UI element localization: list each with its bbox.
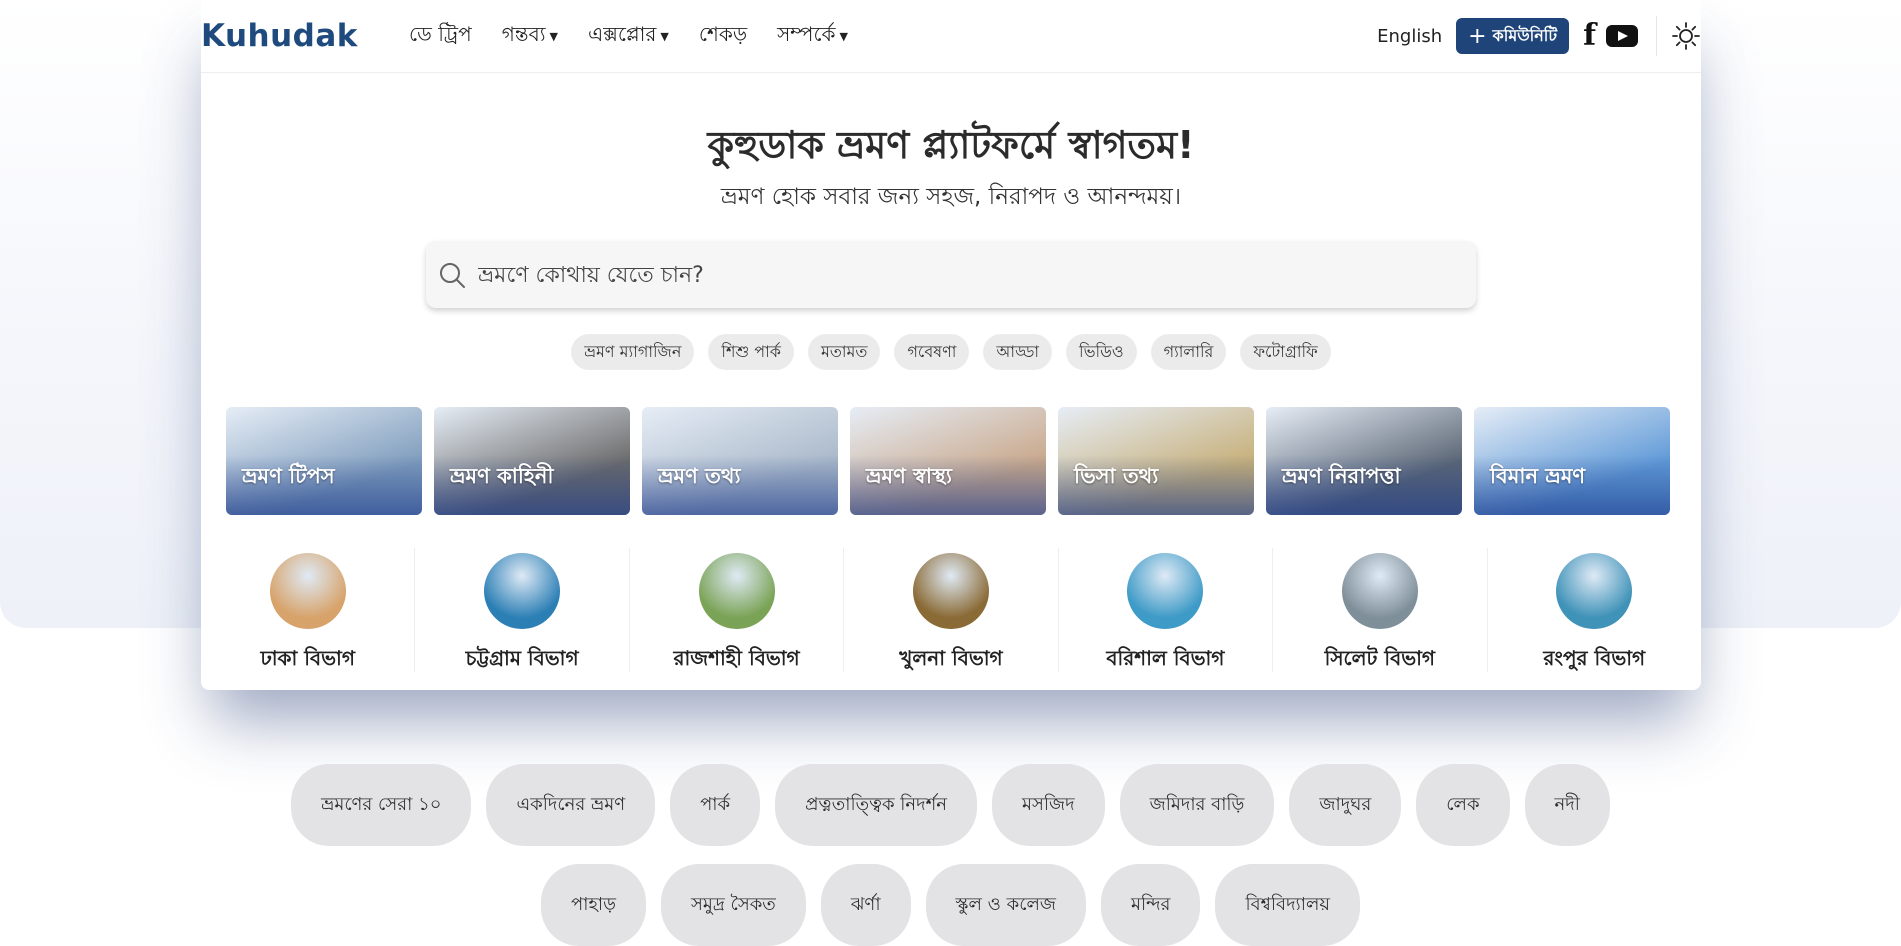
tag-row-2: পাহাড় সমুদ্র সৈকত ঝর্ণা স্কুল ও কলেজ মন… <box>0 864 1901 946</box>
division-image <box>1556 553 1633 629</box>
division-label: সিলেট বিভাগ <box>1324 646 1436 670</box>
header-divider <box>1656 16 1657 56</box>
language-switch[interactable]: English <box>1377 26 1442 47</box>
nav-label: এক্সপ্লোর <box>588 22 657 46</box>
community-button[interactable]: + কমিউনিটি <box>1456 18 1570 54</box>
main-panel: Kuhudak ডে ট্রিপ গন্তব্য ▼ এক্সপ্লোর ▼ শ… <box>201 0 1701 690</box>
card-label: ভিসা তথ্য <box>1074 464 1159 488</box>
division-label: রাজশাহী বিভাগ <box>673 646 800 670</box>
division-rangpur[interactable]: রংপুর বিভাগ <box>1486 548 1701 672</box>
division-sylhet[interactable]: সিলেট বিভাগ <box>1272 548 1486 672</box>
division-dhaka[interactable]: ঢাকা বিভাগ <box>201 548 414 672</box>
community-button-label: কমিউনিটি <box>1492 25 1558 45</box>
tag-archaeological[interactable]: প্রত্নতাত্ত্বিক নিদর্শন <box>775 764 978 846</box>
logo-text: Kuhudak <box>201 18 358 54</box>
tag-hill[interactable]: পাহাড় <box>541 864 646 946</box>
page-subtitle: ভ্রমণ হোক সবার জন্য সহজ, নিরাপদ ও আনন্দম… <box>720 184 1182 210</box>
division-image <box>912 553 989 629</box>
quick-link-magazine[interactable]: ভ্রমণ ম্যাগাজিন <box>571 334 695 370</box>
nav-about[interactable]: সম্পর্কে ▼ <box>777 20 848 53</box>
division-chattogram[interactable]: চট্টগ্রাম বিভাগ <box>414 548 628 672</box>
tag-top-10[interactable]: ভ্রমণের সেরা ১০ <box>291 764 472 846</box>
division-list: ঢাকা বিভাগ চট্টগ্রাম বিভাগ রাজশাহী বিভাগ… <box>201 548 1701 672</box>
logo[interactable]: Kuhudak <box>201 16 358 56</box>
category-card-travel-safety[interactable]: ভ্রমণ নিরাপত্তা <box>1266 407 1462 515</box>
sun-icon[interactable] <box>1671 21 1701 51</box>
facebook-icon[interactable]: f <box>1583 21 1596 51</box>
chevron-down-icon: ▼ <box>839 30 848 43</box>
division-label: ঢাকা বিভাগ <box>260 646 355 670</box>
quick-link-adda[interactable]: আড্ডা <box>983 334 1052 370</box>
nav-label: সম্পর্কে <box>777 22 836 46</box>
quick-link-photography[interactable]: ফটোগ্রাফি <box>1240 334 1331 370</box>
tag-park[interactable]: পার্ক <box>670 764 761 846</box>
site-header: Kuhudak ডে ট্রিপ গন্তব্য ▼ এক্সপ্লোর ▼ শ… <box>201 0 1701 73</box>
division-khulna[interactable]: খুলনা বিভাগ <box>843 548 1057 672</box>
division-label: চট্টগ্রাম বিভাগ <box>465 646 579 670</box>
nav-label: ডে ট্রিপ <box>409 22 472 46</box>
nav-explore[interactable]: এক্সপ্লোর ▼ <box>588 20 669 53</box>
card-label: ভ্রমণ স্বাস্থ্য <box>866 464 952 488</box>
youtube-icon[interactable] <box>1606 25 1638 47</box>
quick-link-opinion[interactable]: মতামত <box>808 334 881 370</box>
nav-label: শেকড় <box>698 22 748 46</box>
tag-zamindar-house[interactable]: জমিদার বাড়ি <box>1119 764 1275 846</box>
tag-day-trip[interactable]: একদিনের ভ্রমণ <box>486 764 656 846</box>
tag-lake[interactable]: লেক <box>1416 764 1510 846</box>
tag-sea-beach[interactable]: সমুদ্র সৈকত <box>660 864 806 946</box>
card-label: ভ্রমণ কাহিনী <box>450 464 554 488</box>
header-tools: English + কমিউনিটি f <box>1377 16 1701 56</box>
tag-row-1: ভ্রমণের সেরা ১০ একদিনের ভ্রমণ পার্ক প্রত… <box>0 764 1901 846</box>
nav-destinations[interactable]: গন্তব্য ▼ <box>502 20 558 53</box>
division-barishal[interactable]: বরিশাল বিভাগ <box>1057 548 1272 672</box>
search-input[interactable] <box>476 241 1460 310</box>
tag-temple[interactable]: মন্দির <box>1100 864 1201 946</box>
nav-day-trip[interactable]: ডে ট্রিপ <box>409 20 472 53</box>
division-image <box>698 553 775 629</box>
nav-roots[interactable]: শেকড় <box>699 20 747 53</box>
nav-label: গন্তব্য <box>501 22 546 46</box>
division-image <box>1127 553 1204 629</box>
division-label: খুলনা বিভাগ <box>899 646 1003 670</box>
search-bar <box>426 241 1476 310</box>
quick-link-kids-park[interactable]: শিশু পার্ক <box>708 334 795 370</box>
tag-school-college[interactable]: স্কুল ও কলেজ <box>925 864 1086 946</box>
main-nav: ডে ট্রিপ গন্তব্য ▼ এক্সপ্লোর ▼ শেকড় সম্… <box>409 20 878 53</box>
tag-river[interactable]: নদী <box>1524 764 1610 846</box>
card-label: ভ্রমণ নিরাপত্তা <box>1282 464 1401 488</box>
quick-links: ভ্রমণ ম্যাগাজিন শিশু পার্ক মতামত গবেষণা … <box>201 334 1701 370</box>
division-label: বরিশাল বিভাগ <box>1106 646 1225 670</box>
tag-mosque[interactable]: মসজিদ <box>992 764 1105 846</box>
quick-link-video[interactable]: ভিডিও <box>1066 334 1137 370</box>
page-title: কুহুডাক ভ্রমণ প্ল্যাটফর্মে স্বাগতম! <box>707 123 1195 167</box>
category-card-travel-stories[interactable]: ভ্রমণ কাহিনী <box>434 407 630 515</box>
category-card-travel-health[interactable]: ভ্রমণ স্বাস্থ্য <box>850 407 1046 515</box>
division-image <box>1341 553 1418 629</box>
chevron-down-icon: ▼ <box>549 30 558 43</box>
card-label: বিমান ভ্রমণ <box>1490 464 1586 488</box>
division-image <box>269 553 346 629</box>
tag-waterfall[interactable]: ঝর্ণা <box>820 864 911 946</box>
category-card-air-travel[interactable]: বিমান ভ্রমণ <box>1474 407 1670 515</box>
division-rajshahi[interactable]: রাজশাহী বিভাগ <box>628 548 843 672</box>
quick-link-gallery[interactable]: গ্যালারি <box>1150 334 1227 370</box>
category-cards: ভ্রমণ টিপস ভ্রমণ কাহিনী ভ্রমণ তথ্য ভ্রমণ… <box>226 407 1674 515</box>
category-card-travel-info[interactable]: ভ্রমণ তথ্য <box>642 407 838 515</box>
tag-museum[interactable]: জাদুঘর <box>1289 764 1402 846</box>
division-label: রংপুর বিভাগ <box>1543 646 1646 670</box>
search-icon <box>438 261 466 289</box>
category-card-visa-info[interactable]: ভিসা তথ্য <box>1058 407 1254 515</box>
card-label: ভ্রমণ তথ্য <box>658 464 741 488</box>
chevron-down-icon: ▼ <box>660 30 669 43</box>
plus-icon: + <box>1468 23 1487 49</box>
category-card-travel-tips[interactable]: ভ্রমণ টিপস <box>226 407 422 515</box>
division-image <box>484 553 561 629</box>
tag-university[interactable]: বিশ্ববিদ্যালয় <box>1215 864 1360 946</box>
card-label: ভ্রমণ টিপস <box>242 464 335 488</box>
quick-link-research[interactable]: গবেষণা <box>894 334 970 370</box>
